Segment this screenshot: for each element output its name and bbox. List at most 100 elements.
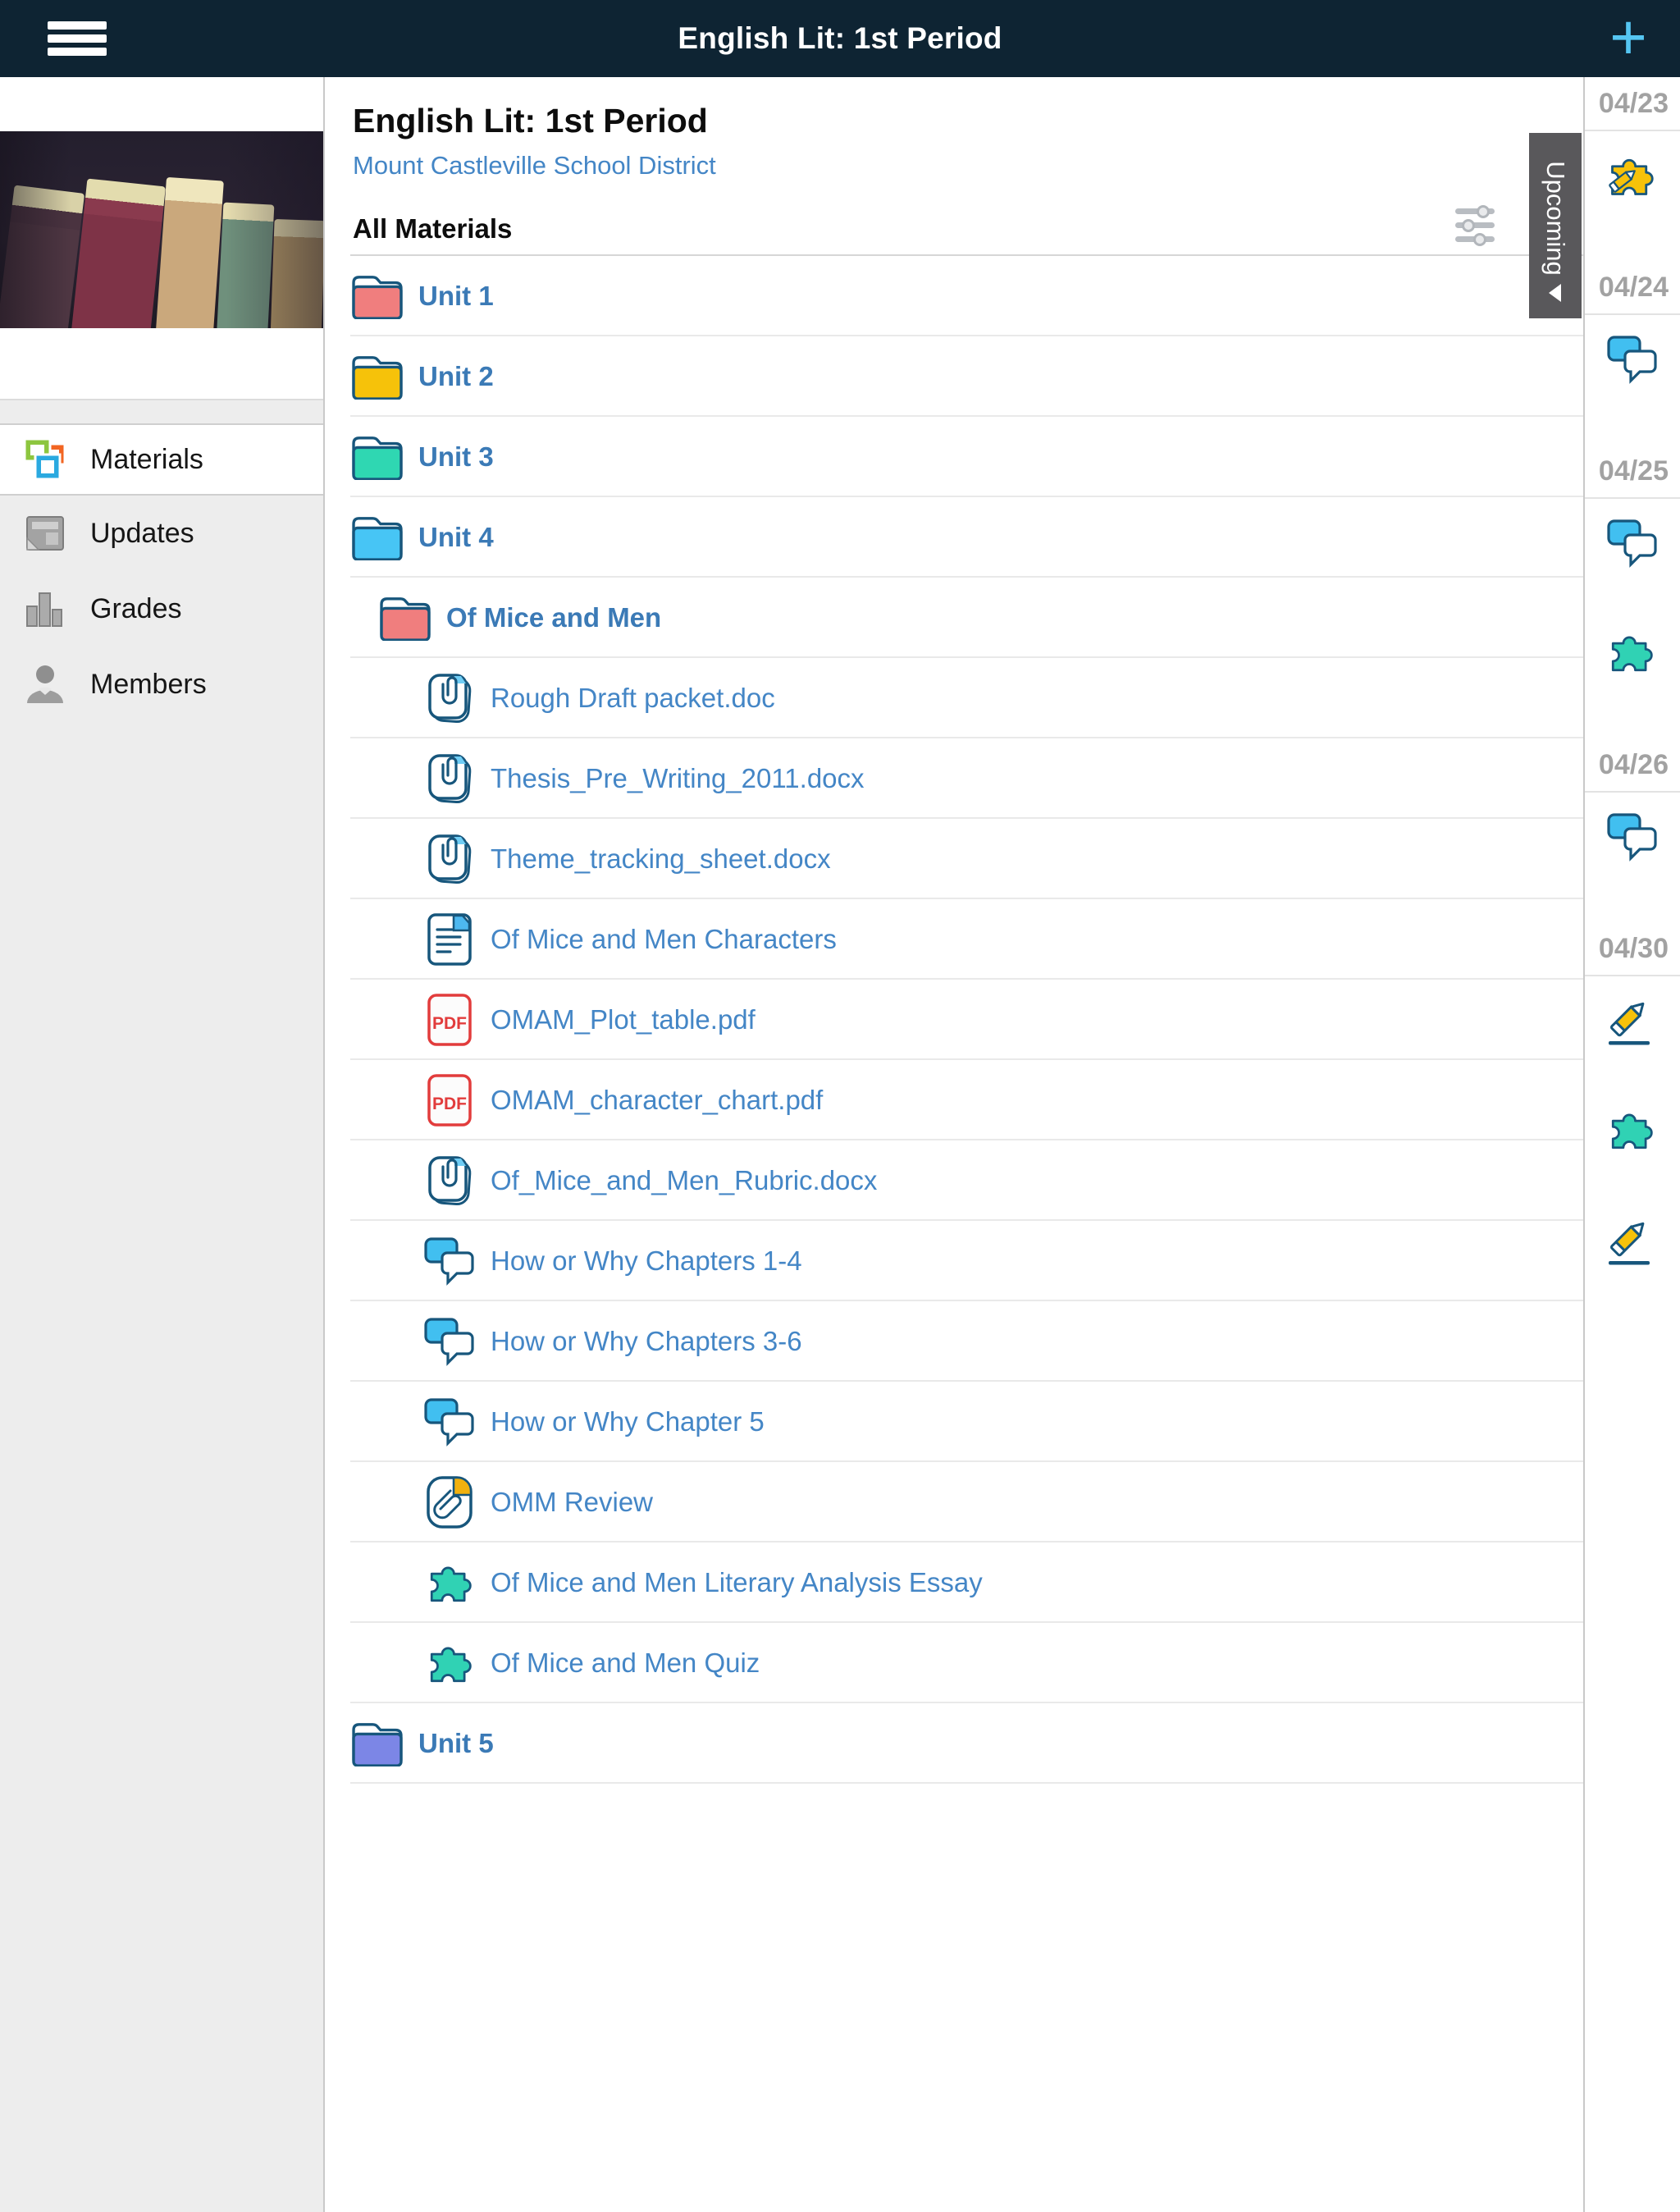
upcoming-date-header: 04/24 <box>1585 261 1680 315</box>
folder-row[interactable]: Unit 2 <box>326 336 1583 417</box>
puzzle-icon <box>423 1554 476 1611</box>
material-row[interactable]: PDF OMAM_Plot_table.pdf <box>326 980 1583 1060</box>
material-row[interactable]: Of Mice and Men Quiz <box>326 1623 1583 1703</box>
upcoming-date-events <box>1585 499 1680 681</box>
material-label: Of Mice and Men <box>446 602 661 633</box>
upcoming-drawer-tab[interactable]: Upcoming <box>1529 133 1582 318</box>
quiz-puzzle-icon[interactable] <box>1606 628 1654 681</box>
grades-icon <box>23 587 67 631</box>
course-cover-photo-books <box>0 131 323 328</box>
updates-icon <box>23 511 67 555</box>
svg-text:PDF: PDF <box>432 1095 467 1113</box>
pdf-icon: PDF <box>423 991 476 1049</box>
upcoming-date-events <box>1585 315 1680 387</box>
folder-icon <box>351 428 404 486</box>
folder-icon <box>379 589 431 647</box>
course-sidebar: Materials Updates Grades Members <box>0 77 325 2212</box>
materials-icon <box>23 437 67 482</box>
folder-icon <box>351 509 404 566</box>
quiz-puzzle-icon[interactable] <box>1606 1106 1654 1159</box>
folder-row[interactable]: Unit 5 <box>326 1703 1583 1784</box>
material-row[interactable]: Of Mice and Men Literary Analysis Essay <box>326 1542 1583 1623</box>
folder-row[interactable]: Unit 1 <box>326 256 1583 336</box>
material-label: How or Why Chapters 3-6 <box>491 1326 802 1357</box>
sidebar-item-label: Materials <box>90 444 203 476</box>
material-row[interactable]: OMM Review <box>326 1462 1583 1542</box>
collapse-left-arrow-icon <box>1549 284 1561 302</box>
attachment-doc-icon <box>423 750 476 807</box>
material-row[interactable]: How or Why Chapters 1-4 <box>326 1221 1583 1301</box>
upcoming-date-events <box>1585 976 1680 1268</box>
upcoming-rail: 04/23 04/24 04/25 04/26 04/30 <box>1583 77 1680 2212</box>
material-row[interactable]: PDF OMAM_character_chart.pdf <box>326 1060 1583 1140</box>
material-label: Unit 3 <box>418 441 494 473</box>
row-divider <box>350 1782 1583 1784</box>
material-label: How or Why Chapters 1-4 <box>491 1245 802 1277</box>
members-icon <box>23 662 67 706</box>
material-row[interactable]: Of Mice and Men Characters <box>326 899 1583 980</box>
discussion-icon <box>423 1393 476 1451</box>
material-row[interactable]: Rough Draft packet.doc <box>326 658 1583 738</box>
sidebar-item-members[interactable]: Members <box>0 647 323 722</box>
folder-row[interactable]: Unit 4 <box>326 497 1583 578</box>
material-label: OMAM_character_chart.pdf <box>491 1085 823 1116</box>
pdf-icon: PDF <box>423 1072 476 1129</box>
test-pencil-icon[interactable] <box>1606 1216 1654 1268</box>
material-label: How or Why Chapter 5 <box>491 1406 765 1437</box>
page-icon <box>423 911 476 968</box>
discussion-icon[interactable] <box>1606 335 1654 387</box>
material-label: Unit 4 <box>418 522 494 553</box>
folder-icon <box>351 348 404 405</box>
assignment-puzzle-pencil-icon[interactable] <box>1606 151 1654 203</box>
material-label: Thesis_Pre_Writing_2011.docx <box>491 763 865 794</box>
top-navigation-bar: English Lit: 1st Period + <box>0 0 1680 77</box>
district-link[interactable]: Mount Castleville School District <box>353 151 716 181</box>
material-label: Of Mice and Men Literary Analysis Essay <box>491 1567 983 1598</box>
upcoming-date-events <box>1585 793 1680 865</box>
puzzle-icon <box>423 1634 476 1692</box>
sidebar-item-label: Grades <box>90 593 182 625</box>
sidebar-item-label: Members <box>90 669 207 701</box>
material-label: OMM Review <box>491 1487 653 1518</box>
upcoming-date-header: 04/30 <box>1585 922 1680 976</box>
folder-row[interactable]: Of Mice and Men <box>326 578 1583 658</box>
upcoming-date-header: 04/26 <box>1585 738 1680 793</box>
material-row[interactable]: Of_Mice_and_Men_Rubric.docx <box>326 1140 1583 1221</box>
material-label: Of_Mice_and_Men_Rubric.docx <box>491 1165 877 1196</box>
upcoming-tab-label: Upcoming <box>1541 161 1570 276</box>
attachment-doc-icon <box>423 1152 476 1209</box>
filter-sliders-icon[interactable] <box>1455 205 1496 245</box>
all-materials-label: All Materials <box>353 213 512 245</box>
folder-icon <box>351 1715 404 1772</box>
material-label: OMAM_Plot_table.pdf <box>491 1004 756 1035</box>
upcoming-date-header: 04/23 <box>1585 77 1680 131</box>
discussion-icon <box>423 1313 476 1370</box>
course-nav: Materials Updates Grades Members <box>0 399 323 2212</box>
sidebar-item-updates[interactable]: Updates <box>0 496 323 571</box>
material-row[interactable]: How or Why Chapters 3-6 <box>326 1301 1583 1382</box>
link-doc-icon <box>423 1474 476 1531</box>
material-row[interactable]: Theme_tracking_sheet.docx <box>326 819 1583 899</box>
upcoming-date-events <box>1585 131 1680 203</box>
material-label: Of Mice and Men Quiz <box>491 1648 760 1679</box>
discussion-icon <box>423 1232 476 1290</box>
material-row[interactable]: How or Why Chapter 5 <box>326 1382 1583 1462</box>
upcoming-date-header: 04/25 <box>1585 445 1680 499</box>
all-materials-header-row: All Materials <box>350 200 1583 256</box>
topbar-course-title: English Lit: 1st Period <box>0 21 1680 56</box>
sidebar-item-materials[interactable]: Materials <box>0 423 323 496</box>
discussion-icon[interactable] <box>1606 812 1654 865</box>
sidebar-item-grades[interactable]: Grades <box>0 571 323 647</box>
material-label: Unit 1 <box>418 281 494 312</box>
test-pencil-icon[interactable] <box>1606 996 1654 1049</box>
material-label: Rough Draft packet.doc <box>491 683 775 714</box>
sidebar-item-label: Updates <box>90 518 194 550</box>
material-row[interactable]: Thesis_Pre_Writing_2011.docx <box>326 738 1583 819</box>
material-label: Unit 2 <box>418 361 494 392</box>
add-plus-button[interactable]: + <box>1600 7 1657 71</box>
material-label: Theme_tracking_sheet.docx <box>491 843 831 875</box>
discussion-icon[interactable] <box>1606 519 1654 571</box>
attachment-doc-icon <box>423 830 476 888</box>
folder-row[interactable]: Unit 3 <box>326 417 1583 497</box>
attachment-doc-icon <box>423 670 476 727</box>
